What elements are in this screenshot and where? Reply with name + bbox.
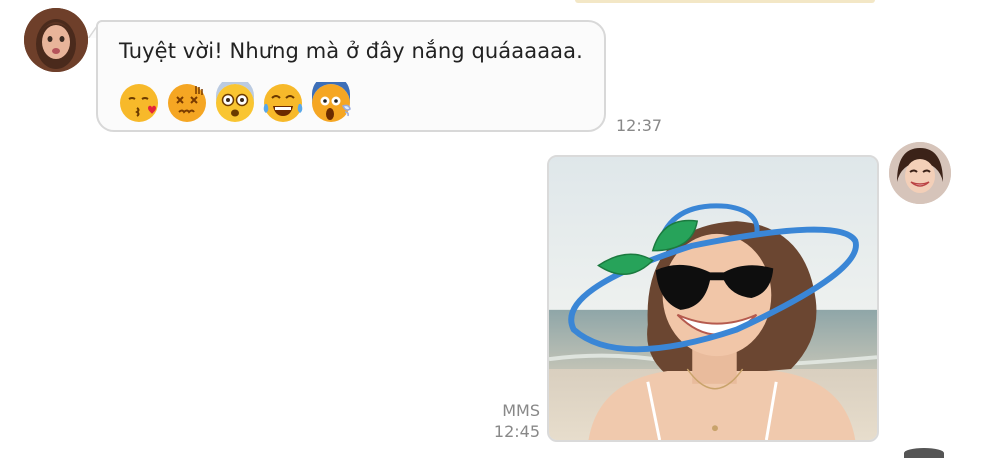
- outgoing-timestamp: 12:45: [493, 422, 540, 441]
- next-avatar-edge: [904, 448, 944, 458]
- my-avatar[interactable]: [889, 142, 951, 204]
- astonished-emoji-icon: [216, 82, 254, 122]
- incoming-message-bubble[interactable]: Tuyệt vời! Nhưng mà ở đây nắng quáaaaaa.: [96, 20, 606, 132]
- joy-tears-emoji-icon: [263, 84, 303, 122]
- mms-photo-attachment[interactable]: [547, 155, 879, 442]
- screaming-emoji-icon: [312, 82, 351, 122]
- kissing-heart-emoji-icon: [120, 84, 158, 122]
- outgoing-meta: MMS 12:45: [488, 400, 540, 442]
- contact-avatar[interactable]: [24, 8, 88, 72]
- mms-label: MMS: [502, 401, 540, 420]
- emoji-row: [118, 82, 352, 124]
- dizzy-face-emoji-icon: [168, 84, 206, 122]
- previous-message-edge: [575, 0, 875, 3]
- message-text: Tuyệt vời! Nhưng mà ở đây nắng quáaaaaa.: [119, 39, 583, 63]
- incoming-timestamp: 12:37: [616, 116, 663, 135]
